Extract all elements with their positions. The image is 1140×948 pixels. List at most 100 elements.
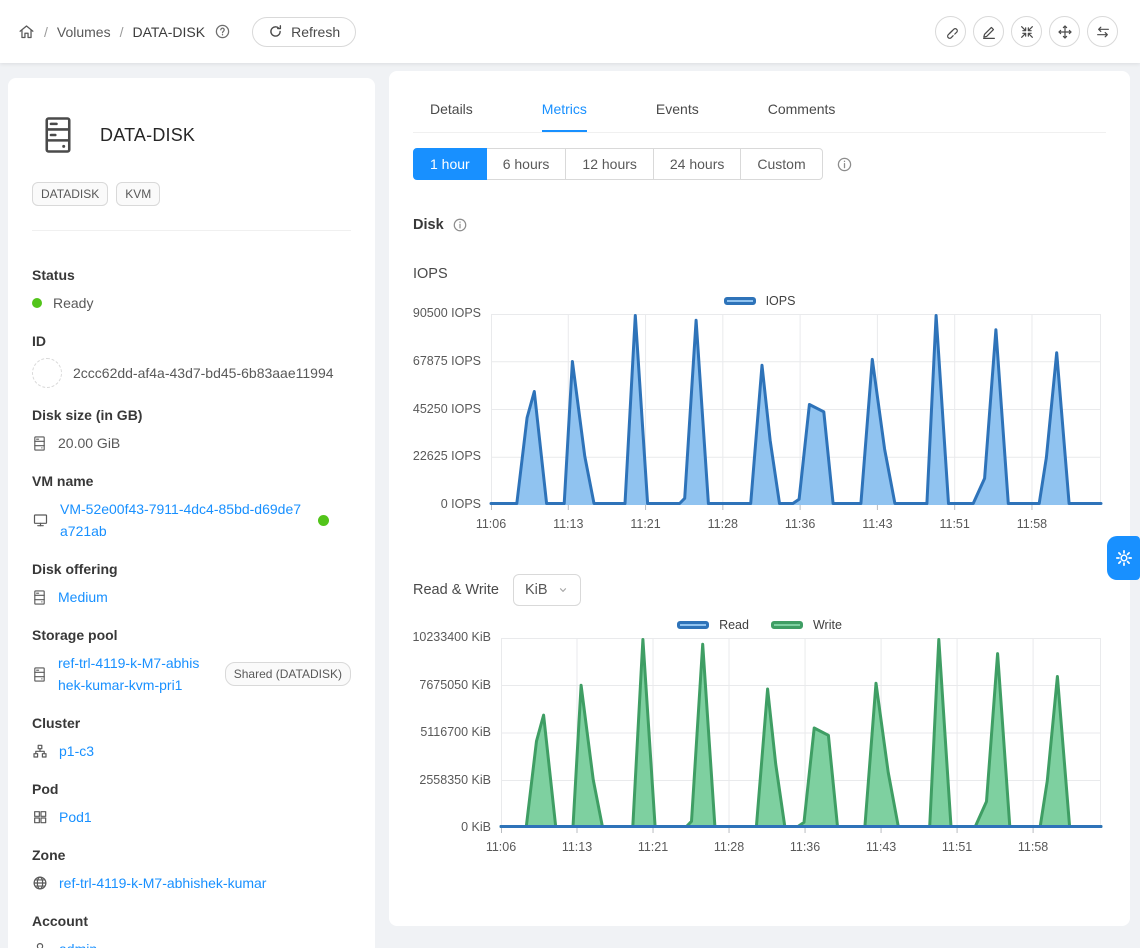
tab-comments[interactable]: Comments <box>768 85 836 132</box>
x-tick-label: 11:36 <box>775 840 835 854</box>
y-tick-label: 0 IOPS <box>441 497 481 511</box>
grid-icon <box>32 809 48 825</box>
tab-details[interactable]: Details <box>430 85 473 132</box>
move-action-button[interactable] <box>1049 16 1080 47</box>
detail-value: 2ccc62dd-af4a-43d7-bd45-6b83aae11994 <box>73 362 334 384</box>
legend-write[interactable]: Write <box>771 618 842 632</box>
main-content: DATA-DISK DATADISK KVM StatusReadyID2ccc6… <box>0 63 1140 948</box>
detail-value[interactable]: Medium <box>58 586 108 608</box>
detail-item-disk-size: Disk size (in GB) 20.00 GiB <box>32 407 351 454</box>
breadcrumb-volumes-link[interactable]: Volumes <box>57 24 111 40</box>
y-tick-label: 22625 IOPS <box>413 449 481 463</box>
legend-swatch <box>724 297 756 305</box>
cluster-icon <box>32 743 48 759</box>
detail-label: Disk offering <box>32 561 351 577</box>
time-range-6-hours[interactable]: 6 hours <box>486 148 567 180</box>
link-action-button[interactable] <box>935 16 966 47</box>
detail-item-storage-pool: Storage poolref-trl-4119-k-M7-abhishek-k… <box>32 627 351 696</box>
iops-y-axis: 90500 IOPS67875 IOPS45250 IOPS22625 IOPS… <box>413 314 491 505</box>
detail-list: StatusReadyID2ccc62dd-af4a-43d7-bd45-6b8… <box>32 267 351 948</box>
x-tick-label: 11:21 <box>616 517 676 531</box>
edit-action-button[interactable] <box>973 16 1004 47</box>
tab-metrics[interactable]: Metrics <box>542 85 587 132</box>
breadcrumb: / Volumes / DATA-DISK Refresh <box>18 17 356 47</box>
iops-chart-title: IOPS <box>413 266 448 282</box>
edit-icon <box>981 24 997 40</box>
detail-value[interactable]: VM-52e00f43-7911-4dc4-85bd-d69de7a721ab <box>60 498 307 542</box>
hdd-icon <box>32 589 47 606</box>
home-icon[interactable] <box>18 23 35 40</box>
detail-value: 20.00 GiB <box>58 432 120 454</box>
iops-x-axis: 11:0611:1311:2111:2811:3611:4311:5111:58 <box>491 517 1106 541</box>
help-icon[interactable] <box>214 23 231 40</box>
resource-sidebar: DATA-DISK DATADISK KVM StatusReadyID2ccc6… <box>8 78 375 948</box>
detail-label: VM name <box>32 473 351 489</box>
disk-section-label: Disk <box>413 217 444 233</box>
detail-label: ID <box>32 333 351 349</box>
x-tick-label: 11:06 <box>471 840 531 854</box>
detail-item-vm-name: VM name VM-52e00f43-7911-4dc4-85bd-d69de7… <box>32 473 351 542</box>
x-tick-label: 11:58 <box>1002 517 1062 531</box>
hdd-icon <box>32 666 47 683</box>
rw-chart: ReadWrite 10233400 KiB7675050 KiB5116700… <box>413 612 1106 864</box>
x-tick-label: 11:06 <box>461 517 521 531</box>
settings-gear-button[interactable] <box>1107 536 1140 580</box>
y-tick-label: 45250 IOPS <box>413 402 481 416</box>
detail-value[interactable]: p1-c3 <box>59 740 94 762</box>
legend-iops[interactable]: IOPS <box>724 294 796 308</box>
rw-x-axis: 11:0611:1311:2111:2811:3611:4311:5111:58 <box>501 840 1106 864</box>
swap-action-button[interactable] <box>1087 16 1118 47</box>
legend-read[interactable]: Read <box>677 618 749 632</box>
time-range-1-hour[interactable]: 1 hour <box>413 148 487 180</box>
desktop-icon <box>32 512 49 528</box>
status-dot <box>32 298 42 308</box>
detail-label: Pod <box>32 781 351 797</box>
legend-swatch <box>677 621 709 629</box>
breadcrumb-separator: / <box>120 24 124 40</box>
y-tick-label: 67875 IOPS <box>413 354 481 368</box>
hdd-icon <box>32 435 47 452</box>
shrink-action-button[interactable] <box>1011 16 1042 47</box>
detail-value[interactable]: admin <box>59 938 97 948</box>
legend-swatch <box>771 621 803 629</box>
user-icon <box>32 941 48 948</box>
time-range-custom[interactable]: Custom <box>740 148 822 180</box>
iops-legend: IOPS <box>413 288 1106 314</box>
x-tick-label: 11:21 <box>623 840 683 854</box>
breadcrumb-separator: / <box>44 24 48 40</box>
legend-label: IOPS <box>766 294 796 308</box>
detail-label: Disk size (in GB) <box>32 407 351 423</box>
time-range-group: 1 hour6 hours12 hours24 hoursCustom <box>413 148 823 180</box>
x-tick-label: 11:58 <box>1003 840 1063 854</box>
detail-value[interactable]: ref-trl-4119-k-M7-abhishek-kumar <box>59 872 266 894</box>
shrink-icon <box>1019 24 1035 40</box>
breadcrumb-current: DATA-DISK <box>132 24 205 40</box>
info-icon[interactable] <box>836 156 853 173</box>
disk-section-title: Disk <box>413 217 1106 233</box>
resource-title: DATA-DISK <box>100 125 195 146</box>
detail-value[interactable]: ref-trl-4119-k-M7-abhishek-kumar-kvm-pri… <box>58 652 202 696</box>
resource-tag: KVM <box>116 182 160 206</box>
tab-events[interactable]: Events <box>656 85 699 132</box>
metrics-panel: Details Metrics Events Comments 1 hour6 hou… <box>389 71 1130 926</box>
move-icon <box>1057 24 1073 40</box>
storage-pool-scope-tag: Shared (DATADISK) <box>225 662 351 686</box>
info-icon[interactable] <box>452 217 468 233</box>
unit-selector[interactable]: KiB <box>513 574 581 606</box>
resource-tags: DATADISK KVM <box>32 182 351 206</box>
y-tick-label: 90500 IOPS <box>413 306 481 320</box>
resource-tag: DATADISK <box>32 182 108 206</box>
detail-item-id: ID 2ccc62dd-af4a-43d7-bd45-6b83aae11994 <box>32 333 351 388</box>
time-range-12-hours[interactable]: 12 hours <box>565 148 653 180</box>
detail-value[interactable]: Pod1 <box>59 806 92 828</box>
x-tick-label: 11:51 <box>927 840 987 854</box>
detail-item-cluster: Clusterp1-c3 <box>32 715 351 762</box>
refresh-button[interactable]: Refresh <box>252 17 356 47</box>
gear-icon <box>1114 548 1134 568</box>
chevron-down-icon <box>557 584 569 596</box>
time-range-24-hours[interactable]: 24 hours <box>653 148 741 180</box>
rw-plot-area <box>501 638 1101 834</box>
y-tick-label: 0 KiB <box>461 820 491 834</box>
tab-bar: Details Metrics Events Comments <box>413 85 1106 133</box>
y-tick-label: 2558350 KiB <box>419 773 491 787</box>
